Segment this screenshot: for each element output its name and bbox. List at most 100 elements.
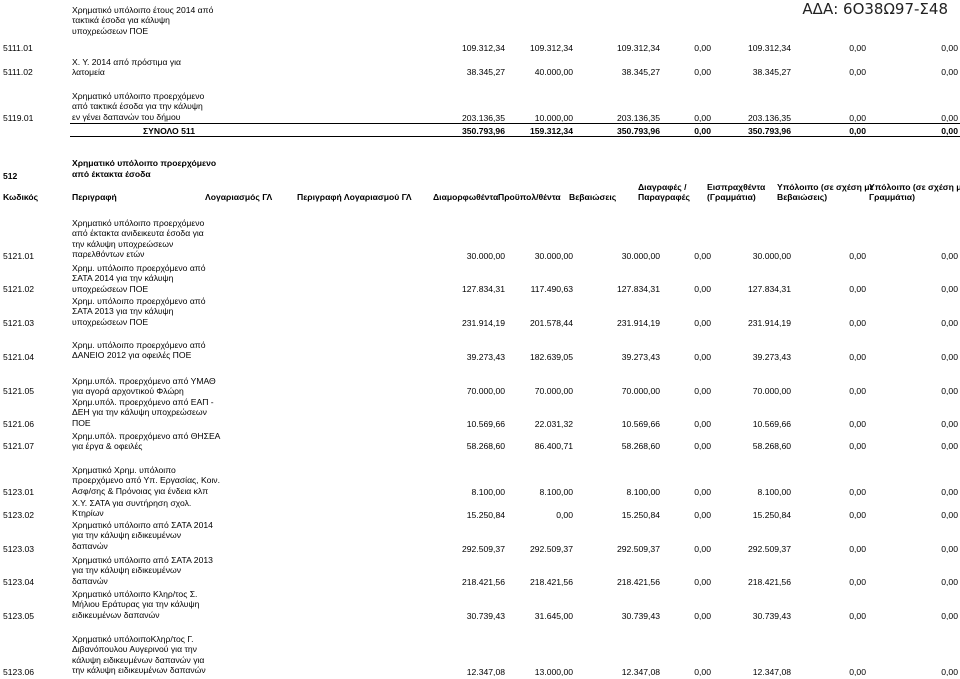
- account-code: 5123.05: [3, 611, 35, 621]
- amount-cell: 0,00: [694, 667, 711, 677]
- amount-cell: 8.100,00: [539, 487, 573, 497]
- description-line: Χρημ. υπόλοιπο προερχόμενο από: [72, 263, 206, 273]
- amount-cell: 203.136,35: [747, 113, 791, 123]
- amount-cell: 0,00: [694, 284, 711, 294]
- amount-cell: 0,00: [694, 441, 711, 451]
- amount-cell: 22.031,32: [534, 419, 573, 429]
- header-ypoloipo-grammatia: Υπόλοιπο (σε σχέση με: [869, 182, 960, 192]
- account-code: 5123.04: [3, 577, 35, 587]
- amount-cell: 0,00: [849, 386, 866, 396]
- header-vevaioseis: Βεβαιώσεις: [569, 192, 617, 202]
- description-line: Χρημ. υπόλοιπο προερχόμενο από: [72, 296, 206, 306]
- account-code: 5111.02: [3, 67, 33, 77]
- description-line: υποχρεώσεων ΠΟΕ: [72, 316, 149, 327]
- amount-cell: 0,00: [941, 386, 958, 396]
- amount-cell: 0,00: [941, 318, 958, 328]
- amount-cell: 8.100,00: [757, 487, 791, 497]
- amount-cell: 0,00: [849, 251, 866, 261]
- header-proypologisthenta: Προϋπολ/θέντα: [498, 192, 561, 202]
- amount-cell: 0,00: [941, 441, 958, 451]
- description-line: Χρημ.υπόλ. προερχόμενο από ΕΑΠ -: [72, 397, 214, 407]
- amount-cell: 13.000,00: [534, 667, 573, 677]
- amount-cell: 0,00: [941, 510, 958, 520]
- amount-cell: 0,00: [849, 441, 866, 451]
- amount-cell: 159.312,34: [529, 126, 573, 136]
- amount-cell: 0,00: [849, 544, 866, 554]
- amount-cell: 0,00: [849, 318, 866, 328]
- description-line: Χρηματικό υπόλοιπο έτους 2014 από: [72, 5, 214, 15]
- amount-cell: 31.645,00: [534, 611, 573, 621]
- amount-cell: 0,00: [694, 510, 711, 520]
- amount-cell: 58.268,60: [752, 441, 791, 451]
- amount-cell: 0,00: [941, 284, 958, 294]
- amount-cell: 0,00: [849, 126, 866, 136]
- amount-cell: 292.509,37: [747, 544, 791, 554]
- header-ypoloipo-vevaioseis: Υπόλοιπο (σε σχέση με: [777, 182, 874, 192]
- amount-cell: 350.793,96: [747, 126, 791, 136]
- description-line: Χρηματικό Χρημ. υπόλοιπο: [72, 465, 176, 475]
- amount-cell: 0,00: [694, 487, 711, 497]
- ada-stamp: ΑΔΑ: 6Ο38Ω97-Σ48: [802, 0, 948, 18]
- description-line: την κάλυψη ειδικευμένων δαπανών: [72, 665, 206, 676]
- amount-cell: 0,00: [941, 67, 958, 77]
- amount-cell: 10.000,00: [534, 113, 573, 123]
- description-line: ΣΑΤΑ 2014 για την κάλυψη: [72, 273, 174, 284]
- amount-cell: 0,00: [849, 611, 866, 621]
- description-line: προερχόμενο από Υπ. Εργασίας, Κοιν.: [72, 475, 220, 486]
- amount-cell: 0,00: [941, 126, 958, 136]
- amount-cell: 30.000,00: [534, 251, 573, 261]
- account-code: 5121.06: [3, 419, 35, 429]
- amount-cell: 0,00: [849, 113, 866, 123]
- amount-cell: 0,00: [694, 113, 711, 123]
- amount-cell: 0,00: [849, 352, 866, 362]
- group-title: από έκτακτα έσοδα: [72, 169, 151, 179]
- header-kodikos: Κωδικός: [3, 192, 39, 202]
- description-line: Χρημ.υπόλ. προερχόμενο από ΘΗΣΕΑ: [72, 431, 221, 441]
- header-eispraxthenta: Εισπραχθέντα: [707, 182, 766, 192]
- amount-cell: 12.347,08: [752, 667, 791, 677]
- description-line: παρελθόντων ετών: [72, 249, 145, 260]
- amount-cell: 30.739,43: [752, 611, 791, 621]
- description-line: τακτικά έσοδα για κάλυψη: [72, 15, 170, 26]
- total-rule: [70, 123, 960, 124]
- amount-cell: 0,00: [941, 667, 958, 677]
- header-perigrafi-logariasmou: Περιγραφή Λογαριασμού ΓΛ: [297, 192, 412, 202]
- header-ypoloipo-grammatia-2: Γραμμάτια): [869, 192, 915, 202]
- amount-cell: 0,00: [941, 43, 958, 53]
- amount-cell: 30.000,00: [752, 251, 791, 261]
- description-line: κάλυψη ειδικευμένων δαπανών για: [72, 654, 205, 665]
- account-code: 5121.03: [3, 318, 35, 328]
- account-code: 5121.02: [3, 284, 35, 294]
- amount-cell: 0,00: [556, 510, 573, 520]
- description-line: δαπανών: [72, 540, 108, 551]
- account-code: 5123.06: [3, 667, 35, 677]
- description-line: Χρηματικό υπόλοιπο Κληρ/τος Σ.: [72, 589, 198, 599]
- amount-cell: 0,00: [941, 544, 958, 554]
- description-line: από τακτικά έσοδα για την κάλυψη: [72, 101, 203, 112]
- description-line: από έκτακτα ανιδεικευτα έσοδα για: [72, 228, 204, 239]
- amount-cell: 0,00: [941, 251, 958, 261]
- total-rule: [70, 136, 960, 137]
- amount-cell: 0,00: [941, 419, 958, 429]
- amount-cell: 0,00: [941, 577, 958, 587]
- amount-cell: 218.421,56: [747, 577, 791, 587]
- description-line: για την κάλυψη ειδικευμένων: [72, 565, 182, 576]
- amount-cell: 0,00: [849, 43, 866, 53]
- amount-cell: 109.312,34: [747, 43, 791, 53]
- amount-cell: 0,00: [694, 43, 711, 53]
- amount-cell: 0,00: [849, 419, 866, 429]
- account-code: 5123.01: [3, 487, 35, 497]
- account-code: 5121.01: [3, 251, 35, 261]
- amount-cell: 0,00: [694, 251, 711, 261]
- account-code: 5123.03: [3, 544, 35, 554]
- header-diagrafes: Διαγραφές /: [638, 182, 687, 192]
- amount-cell: 127.834,31: [747, 284, 791, 294]
- amount-cell: 0,00: [694, 352, 711, 362]
- amount-cell: 0,00: [694, 577, 711, 587]
- amount-cell: 40.000,00: [534, 67, 573, 77]
- header-ypoloipo-vevaioseis-2: Βεβαιώσεις): [777, 192, 828, 202]
- amount-cell: 0,00: [694, 419, 711, 429]
- description-line: Χ. Υ. 2014 από πρόστιμα για: [72, 57, 182, 67]
- amount-cell: 70.000,00: [534, 386, 573, 396]
- description-line: ΣΑΤΑ 2013 για την κάλυψη: [72, 306, 174, 317]
